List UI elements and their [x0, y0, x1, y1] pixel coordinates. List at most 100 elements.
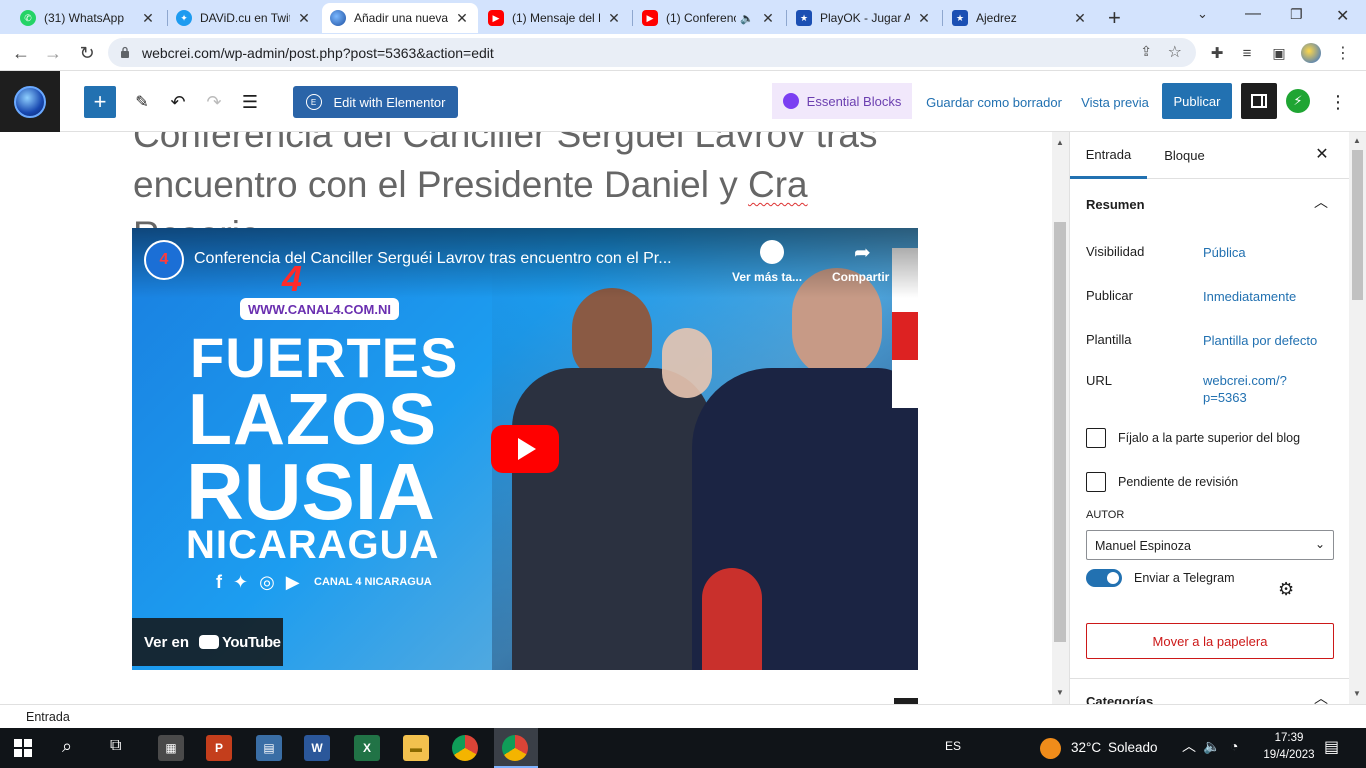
weather-condition[interactable]: Soleado — [1108, 740, 1158, 755]
author-select[interactable]: Manuel Espinoza ⌄ — [1086, 530, 1334, 560]
share-arrow-icon[interactable]: ➦ — [854, 240, 871, 265]
redo-icon[interactable]: ↷ — [202, 86, 226, 118]
restore-button[interactable]: ❐ — [1290, 6, 1303, 23]
tab-playok[interactable]: ★ PlayOK - Jugar Ajedrez ✕ — [788, 3, 940, 33]
file-explorer-icon[interactable]: ▬ — [403, 735, 429, 761]
misspelled-word: Cra — [747, 164, 808, 205]
share-icon[interactable]: ⇪ — [1140, 43, 1152, 60]
summary-heading[interactable]: Resumen — [1086, 197, 1145, 212]
back-arrow-icon[interactable]: ← — [8, 40, 34, 66]
profile-avatar[interactable] — [1298, 40, 1324, 66]
lock-icon — [121, 46, 129, 58]
close-icon[interactable]: ✕ — [296, 10, 312, 27]
search-icon[interactable]: ⌕ — [62, 736, 72, 757]
undo-icon[interactable]: ↶ — [166, 86, 190, 118]
editor-scrollbar-thumb[interactable] — [1054, 222, 1066, 642]
clock-icon[interactable] — [760, 240, 784, 264]
task-view-icon[interactable]: ⧉ — [110, 737, 121, 755]
preview-button[interactable]: Vista previa — [1076, 86, 1154, 118]
channel-avatar[interactable]: 4 — [144, 240, 184, 280]
document-overview-icon[interactable]: ☰ — [238, 86, 262, 118]
clock-time[interactable]: 17:39 — [1267, 732, 1311, 744]
word-icon[interactable]: W — [304, 735, 330, 761]
add-block-button[interactable]: + — [84, 86, 116, 118]
url-value[interactable]: webcrei.com/? p=5363 — [1203, 372, 1287, 406]
window-close-button[interactable]: ✕ — [1336, 6, 1349, 26]
tab-youtube-conference[interactable]: ▶ (1) Conferencia 🔈 ✕ — [634, 3, 784, 33]
close-icon[interactable]: ✕ — [1072, 10, 1088, 27]
tray-chevron-icon[interactable]: ︿ — [1182, 736, 1196, 756]
video-title[interactable]: Conferencia del Canciller Serguéi Lavrov… — [194, 250, 724, 268]
move-to-trash-button[interactable]: Mover a la papelera — [1086, 623, 1334, 659]
edit-with-elementor-button[interactable]: E Edit with Elementor — [293, 86, 458, 118]
bookmark-star-icon[interactable]: ☆ — [1168, 42, 1182, 62]
calculator-icon[interactable]: ▦ — [158, 735, 184, 761]
chrome-active-icon[interactable] — [502, 735, 528, 761]
essential-blocks-button[interactable]: Essential Blocks — [772, 83, 912, 119]
notifications-icon[interactable]: ▤ — [1324, 737, 1339, 757]
minimize-button[interactable]: — — [1245, 5, 1261, 23]
chrome-icon[interactable] — [452, 735, 478, 761]
pencil-tools-icon[interactable]: ✎ — [130, 86, 154, 118]
settings-sidebar-toggle[interactable] — [1241, 83, 1277, 119]
close-icon[interactable]: ✕ — [454, 10, 470, 27]
tab-search-chevron-icon[interactable]: ⌄ — [1197, 6, 1208, 22]
watch-on-youtube-button[interactable]: Ver en YouTube — [132, 618, 283, 666]
share-label[interactable]: Compartir — [832, 270, 889, 284]
tab-ajedrez[interactable]: ★ Ajedrez ✕ — [944, 3, 1096, 33]
categories-heading[interactable]: Categorías — [1086, 694, 1153, 704]
close-icon[interactable]: ✕ — [916, 10, 932, 27]
close-icon[interactable]: ✕ — [760, 10, 776, 27]
media-controls-icon[interactable]: ≡ — [1234, 40, 1260, 66]
tab-whatsapp[interactable]: ✆ (31) WhatsApp ✕ — [12, 3, 164, 33]
publish-button[interactable]: Publicar — [1162, 83, 1232, 119]
reload-icon[interactable]: ↻ — [74, 40, 100, 66]
tab-block[interactable]: Bloque — [1147, 132, 1222, 179]
tab-post[interactable]: Entrada — [1070, 132, 1147, 179]
clock-date[interactable]: 19/4/2023 — [1253, 749, 1325, 761]
sidebar-scrollbar-thumb[interactable] — [1352, 150, 1363, 300]
tab-add-post[interactable]: Añadir una nueva entrada ✕ — [322, 3, 478, 33]
sun-icon[interactable] — [1040, 738, 1061, 759]
close-sidebar-icon[interactable]: ✕ — [1310, 144, 1334, 168]
breadcrumb[interactable]: Entrada — [26, 710, 70, 724]
publish-date-value[interactable]: Inmediatamente — [1203, 288, 1296, 305]
address-bar[interactable]: webcrei.com/wp-admin/post.php?post=5363&… — [108, 38, 1196, 67]
jetpack-icon[interactable]: ⚡ — [1286, 89, 1310, 113]
template-value[interactable]: Plantilla por defecto — [1203, 332, 1317, 349]
browser-menu-icon[interactable]: ⋮ — [1330, 40, 1356, 66]
gear-icon[interactable]: ⚙ — [1278, 579, 1294, 600]
speaker-icon[interactable]: 🔈 — [740, 12, 754, 25]
tab-twitter[interactable]: ✦ DAViD.cu en Twitter ✕ — [168, 3, 320, 33]
powerpoint-icon[interactable]: P — [206, 735, 232, 761]
close-icon[interactable]: ✕ — [606, 10, 622, 27]
editor-scrollbar[interactable]: ▲ ▼ — [1052, 132, 1069, 704]
options-menu-icon[interactable]: ⋮ — [1326, 86, 1350, 118]
site-logo[interactable] — [0, 71, 60, 132]
headline-fuertes: FUERTES — [190, 326, 459, 389]
play-button[interactable] — [491, 425, 559, 473]
telegram-toggle[interactable] — [1086, 569, 1122, 587]
language-indicator[interactable]: ES — [945, 739, 961, 753]
sticky-checkbox[interactable] — [1086, 428, 1106, 448]
wifi-icon[interactable]: ◔ — [1230, 738, 1238, 754]
pending-review-checkbox[interactable] — [1086, 472, 1106, 492]
chevron-up-icon[interactable]: ︿ — [1314, 688, 1328, 704]
visibility-value[interactable]: Pública — [1203, 244, 1246, 261]
temperature[interactable]: 32°C — [1071, 740, 1101, 755]
new-tab-button[interactable]: + — [1108, 5, 1121, 31]
save-draft-button[interactable]: Guardar como borrador — [920, 86, 1068, 118]
side-panel-icon[interactable]: ▣ — [1266, 40, 1292, 66]
forward-arrow-icon[interactable]: → — [40, 40, 66, 66]
sidebar-scrollbar[interactable]: ▲ ▼ — [1349, 132, 1366, 704]
chevron-up-icon[interactable]: ︿ — [1314, 192, 1328, 212]
watch-later-label[interactable]: Ver más ta... — [732, 270, 802, 284]
extensions-icon[interactable]: ✚ — [1204, 40, 1230, 66]
youtube-embed[interactable]: 4 Conferencia del Canciller Serguéi Lavr… — [132, 228, 918, 670]
network-icon[interactable]: ▤ — [256, 735, 282, 761]
volume-icon[interactable]: 🔈 — [1203, 738, 1220, 755]
close-icon[interactable]: ✕ — [140, 10, 156, 27]
excel-icon[interactable]: X — [354, 735, 380, 761]
windows-start-icon[interactable] — [14, 739, 32, 757]
tab-youtube-message[interactable]: ▶ (1) Mensaje del Presidente ✕ — [480, 3, 630, 33]
